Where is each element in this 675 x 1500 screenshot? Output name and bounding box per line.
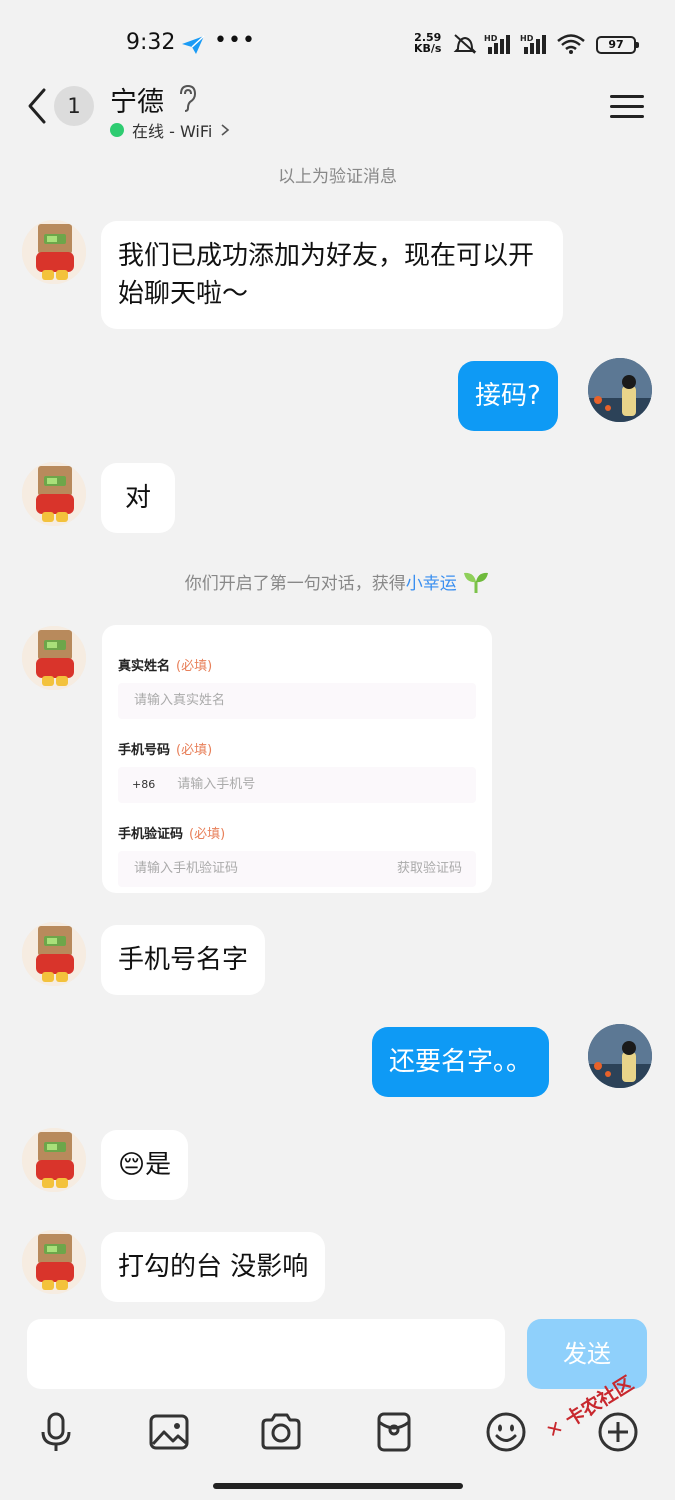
contact-avatar[interactable] xyxy=(22,626,86,690)
unread-count-badge[interactable]: 1 xyxy=(54,86,94,126)
battery-indicator: 97 xyxy=(596,36,639,54)
emoji-icon[interactable] xyxy=(484,1410,528,1454)
message-input[interactable] xyxy=(27,1319,505,1389)
signal-hd-2-icon: HD xyxy=(520,34,546,54)
message-bubble-incoming[interactable]: 😔是 xyxy=(101,1130,189,1200)
chat-header: 1 宁德 在线 - WiFi xyxy=(0,70,675,150)
form-card-image[interactable]: 真实姓名 (必填) 请输入真实姓名 手机号码 (必填) +86 请输入手机号 手机验证… xyxy=(102,625,492,893)
sprout-icon xyxy=(464,572,489,593)
message-bubble-outgoing[interactable]: 还要名字。。 xyxy=(372,1027,550,1097)
code-input: 请输入手机验证码 获取验证码 xyxy=(118,851,476,887)
contact-avatar[interactable] xyxy=(22,462,86,526)
chevron-right-icon xyxy=(221,124,230,136)
home-indicator[interactable] xyxy=(213,1483,463,1489)
signal-hd-1-icon: HD xyxy=(484,34,510,54)
lucky-link[interactable]: 小幸运 xyxy=(406,574,457,594)
my-avatar[interactable] xyxy=(588,1024,652,1088)
microphone-icon[interactable] xyxy=(34,1410,78,1454)
contact-avatar[interactable] xyxy=(22,1230,86,1294)
code-label: 手机验证码 (必填) xyxy=(118,827,226,842)
contact-avatar[interactable] xyxy=(22,1128,86,1192)
menu-icon[interactable] xyxy=(610,94,644,120)
message-bubble-incoming[interactable]: 手机号名字 xyxy=(101,925,266,995)
contact-avatar[interactable] xyxy=(22,220,86,284)
status-more-dots: ••• xyxy=(214,28,256,53)
red-packet-icon[interactable] xyxy=(372,1410,416,1454)
wifi-icon xyxy=(557,34,585,54)
earpiece-mode-icon[interactable] xyxy=(176,84,198,112)
app-notification-icon xyxy=(182,35,205,54)
message-bubble-incoming[interactable]: 我们已成功添加为好友，现在可以开始聊天啦～ xyxy=(101,221,563,329)
mute-bell-icon xyxy=(453,34,477,54)
message-bubble-incoming[interactable]: 对 xyxy=(101,463,176,533)
network-speed: 2.59 KB/s xyxy=(414,31,442,55)
svg-text:HD: HD xyxy=(484,34,498,43)
online-dot-icon xyxy=(110,123,124,137)
input-bar: 发送 xyxy=(0,1306,675,1406)
back-arrow-icon[interactable] xyxy=(22,84,50,128)
online-status[interactable]: 在线 - WiFi xyxy=(110,118,230,142)
camera-icon[interactable] xyxy=(259,1410,303,1454)
status-time: 9:32 xyxy=(126,30,176,55)
svg-text:HD: HD xyxy=(520,34,534,43)
message-bubble-outgoing[interactable]: 接码? xyxy=(458,361,558,431)
verification-notice: 以上为验证消息 xyxy=(278,167,397,187)
contact-avatar[interactable] xyxy=(22,922,86,986)
first-chat-notice: 你们开启了第一句对话，获得小幸运 xyxy=(0,569,675,594)
status-icons: HD HD xyxy=(452,33,586,55)
phone-input: +86 请输入手机号 xyxy=(118,767,476,803)
my-avatar[interactable] xyxy=(588,358,652,422)
image-icon[interactable] xyxy=(147,1410,191,1454)
phone-label: 手机号码 (必填) xyxy=(118,743,213,758)
name-label: 真实姓名 (必填) xyxy=(118,659,213,674)
message-bubble-incoming[interactable]: 打勾的台 没影响 xyxy=(101,1232,326,1302)
contact-name[interactable]: 宁德 xyxy=(110,80,164,119)
name-input: 请输入真实姓名 xyxy=(118,683,476,719)
